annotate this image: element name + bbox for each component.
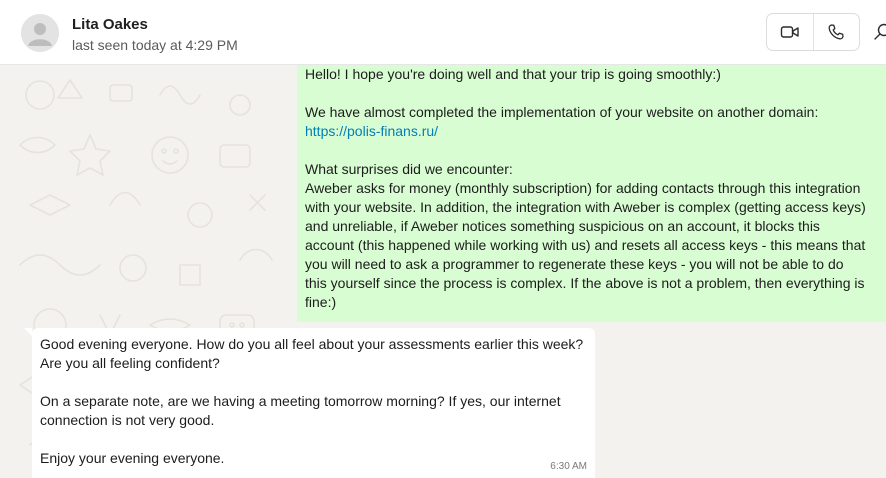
message-text-line: account (this happened while working wit…	[305, 237, 866, 253]
message-text-line: you will need to ask a programmer to reg…	[305, 256, 844, 272]
message-text-line: this yourself since the process is compl…	[305, 275, 865, 291]
chat-header: Lita Oakes last seen today at 4:29 PM	[0, 0, 886, 65]
avatar[interactable]	[21, 14, 59, 52]
message-text-line: fine:)	[305, 294, 337, 310]
bubble-tail	[24, 328, 32, 336]
website-link-text[interactable]: https://polis-finans.ru/	[305, 123, 438, 139]
last-seen-status: last seen today at 4:29 PM	[72, 37, 238, 53]
incoming-message-bubble[interactable]: Good evening everyone. How do you all fe…	[24, 328, 595, 478]
voice-call-button[interactable]	[812, 14, 860, 50]
website-link[interactable]: https://polis-finans.ru/	[305, 122, 878, 141]
message-text-line: Enjoy your evening everyone.	[40, 450, 225, 466]
message-text-line: We have almost completed the implementat…	[305, 104, 819, 120]
search-button[interactable]	[872, 22, 886, 42]
message-text-line: and unreliable, if Aweber notices someth…	[305, 218, 820, 234]
message-text-line: On a separate note, are we having a meet…	[40, 393, 561, 409]
outgoing-message-bubble[interactable]: Hello! I hope you're doing well and that…	[297, 65, 886, 322]
contact-name[interactable]: Lita Oakes	[72, 16, 148, 33]
message-text-line: connection is not very good.	[40, 412, 215, 428]
message-text-line: Are you all feeling confident?	[40, 355, 220, 371]
video-call-button[interactable]	[767, 14, 813, 50]
call-buttons-group	[766, 13, 860, 51]
message-text-line: with your website. In addition, the inte…	[305, 199, 866, 215]
message-timestamp: 6:30 AM	[550, 461, 587, 472]
search-icon	[874, 23, 886, 40]
video-call-icon	[780, 26, 799, 38]
message-text-line: Aweber asks for money (monthly subscript…	[305, 180, 861, 196]
message-text-line: Hello! I hope you're doing well and that…	[305, 66, 721, 82]
message-text-line: What surprises did we encounter:	[305, 161, 513, 177]
voice-call-icon	[828, 24, 844, 40]
chat-area[interactable]: Hello! I hope you're doing well and that…	[0, 65, 886, 478]
message-text-line: Good evening everyone. How do you all fe…	[40, 336, 584, 352]
default-avatar-icon	[21, 14, 59, 52]
